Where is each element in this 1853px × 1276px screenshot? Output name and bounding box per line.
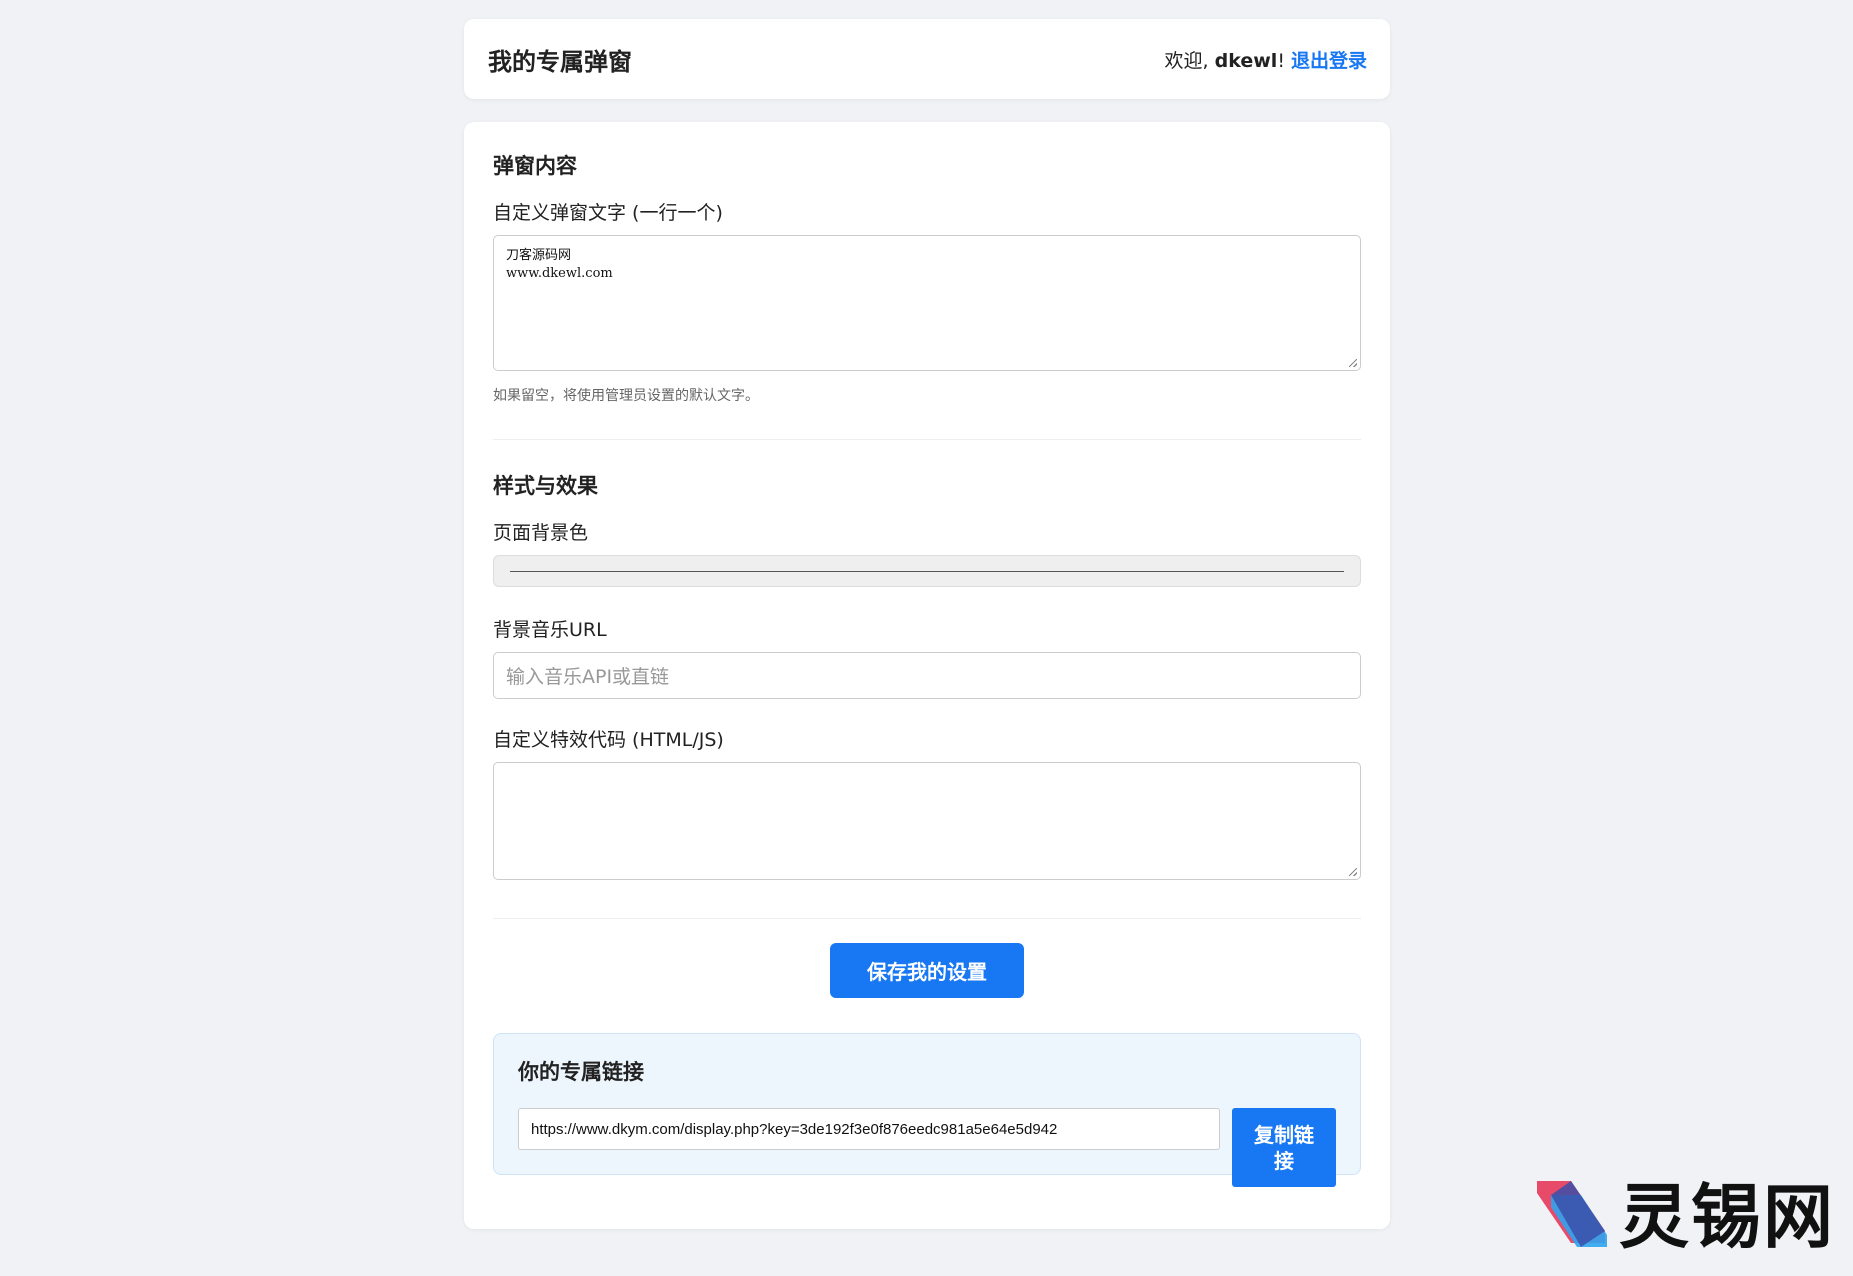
logout-link[interactable]: 退出登录 xyxy=(1291,50,1367,72)
resize-grip-icon[interactable] xyxy=(1349,359,1357,367)
welcome-exclaim: ! xyxy=(1277,49,1291,72)
copy-link-button[interactable]: 复制链接 xyxy=(1232,1108,1336,1187)
section-divider xyxy=(493,918,1361,919)
page-container: 我的专属弹窗 欢迎, dkewl! 退出登录 弹窗内容 自定义弹窗文字 (一行一… xyxy=(464,19,1390,1229)
style-section-heading: 样式与效果 xyxy=(493,474,598,498)
welcome-prefix: 欢迎, xyxy=(1164,49,1215,72)
watermark: 灵锡网 xyxy=(1531,1161,1835,1262)
popup-text-label: 自定义弹窗文字 (一行一个) xyxy=(493,202,723,224)
effect-code-label: 自定义特效代码 (HTML/JS) xyxy=(493,729,724,751)
settings-panel: 弹窗内容 自定义弹窗文字 (一行一个) 刀客源码网 www.dkewl.com … xyxy=(464,122,1390,1229)
color-swatch xyxy=(510,571,1344,572)
music-url-placeholder: 输入音乐API或直链 xyxy=(506,666,670,688)
popup-text-value: 刀客源码网 www.dkewl.com xyxy=(506,248,613,281)
watermark-logo-icon xyxy=(1531,1175,1611,1249)
music-url-label: 背景音乐URL xyxy=(493,619,607,641)
popup-text-textarea[interactable]: 刀客源码网 www.dkewl.com xyxy=(493,235,1361,371)
resize-grip-icon[interactable] xyxy=(1349,868,1357,876)
welcome-text: 欢迎, dkewl! 退出登录 xyxy=(1165,46,1367,73)
effect-code-textarea[interactable] xyxy=(493,762,1361,880)
popup-text-hint: 如果留空，将使用管理员设置的默认文字。 xyxy=(493,388,759,404)
share-url-value: https://www.dkym.com/display.php?key=3de… xyxy=(531,1120,1058,1138)
watermark-text: 灵锡网 xyxy=(1619,1176,1835,1258)
save-settings-button[interactable]: 保存我的设置 xyxy=(830,943,1024,998)
page-title: 我的专属弹窗 xyxy=(488,47,632,76)
music-url-input[interactable]: 输入音乐API或直链 xyxy=(493,652,1361,699)
link-panel: 你的专属链接 https://www.dkym.com/display.php?… xyxy=(493,1033,1361,1187)
content-section-heading: 弹窗内容 xyxy=(493,154,577,178)
section-divider xyxy=(493,439,1361,440)
bg-color-label: 页面背景色 xyxy=(493,522,589,544)
share-url-input[interactable]: https://www.dkym.com/display.php?key=3de… xyxy=(518,1108,1220,1150)
bg-color-picker[interactable] xyxy=(493,555,1361,587)
top-header: 我的专属弹窗 欢迎, dkewl! 退出登录 xyxy=(464,19,1390,99)
link-section-heading: 你的专属链接 xyxy=(518,1060,644,1084)
username: dkewl xyxy=(1214,49,1278,72)
